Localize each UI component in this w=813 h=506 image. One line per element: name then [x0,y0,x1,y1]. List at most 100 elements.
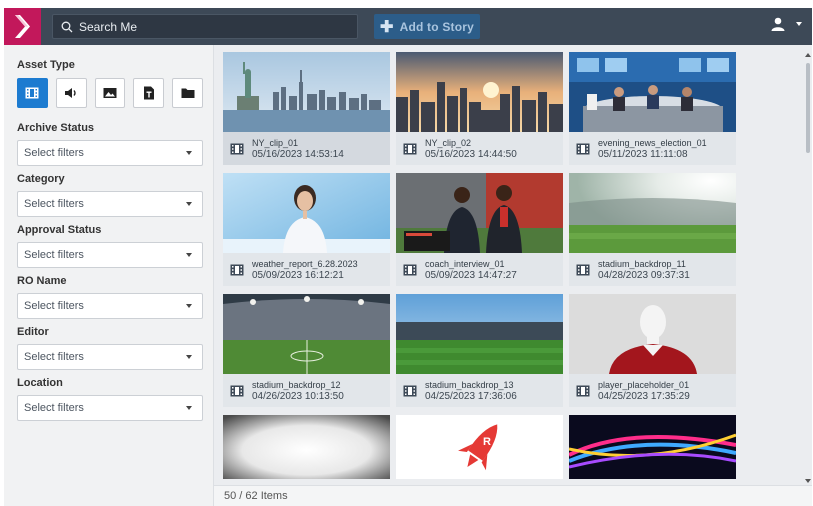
asset-name: weather_report_6.28.2023 [252,258,358,269]
search-icon [61,21,73,32]
asset-type-folder-button[interactable] [172,78,203,108]
asset-grid: NY_clip_01 05/16/2023 14:53:14 NY_clip_0… [223,52,743,479]
asset-card[interactable]: stadium_backdrop_11 04/28/2023 09:37:31 [569,173,736,286]
asset-card[interactable]: weather_report_6.28.2023 05/09/2023 16:12… [223,173,390,286]
asset-card[interactable] [223,415,390,479]
asset-thumbnail [569,294,736,374]
film-icon [230,264,244,275]
location-select[interactable]: Select filters [17,395,203,421]
asset-date: 05/09/2023 14:47:27 [425,269,517,281]
search-input[interactable]: Search Me [52,14,358,39]
text-document-icon [143,86,154,100]
film-icon [576,143,590,154]
item-count: 50 / 62 Items [224,490,288,502]
folder-icon [181,88,195,98]
asset-type-image-button[interactable] [94,78,126,108]
asset-thumbnail [396,173,563,253]
asset-name: coach_interview_01 [425,258,505,269]
chevron-down-icon [186,406,192,410]
add-to-story-label: Add to Story [399,19,474,34]
asset-date: 04/25/2023 17:36:06 [425,390,517,402]
scroll-up-icon[interactable] [805,53,811,57]
editor-label: Editor [17,326,49,338]
asset-type-audio-button[interactable] [55,78,87,108]
svg-text:R: R [483,436,491,448]
asset-type-text-button[interactable] [133,78,165,108]
film-icon [25,87,39,99]
vertical-scrollbar[interactable] [804,51,812,483]
chevron-down-icon [186,151,192,155]
chevron-down-icon [186,304,192,308]
status-bar: 50 / 62 Items [214,485,812,506]
scrollbar-thumb[interactable] [806,63,810,153]
film-icon [576,385,590,396]
film-icon [230,143,244,154]
asset-thumbnail [569,52,736,132]
asset-date: 04/26/2023 10:13:50 [252,390,344,402]
asset-card[interactable]: evening_news_election_01 05/11/2023 11:11… [569,52,736,165]
asset-meta: player_placeholder_01 04/25/2023 17:35:29 [569,374,736,407]
add-to-story-button[interactable]: ✚ Add to Story [374,14,480,39]
asset-thumbnail [569,415,736,479]
asset-card[interactable] [569,415,736,479]
asset-type-video-button[interactable] [17,78,48,108]
asset-thumbnail: R [396,415,563,479]
asset-thumbnail [396,52,563,132]
archive-status-label: Archive Status [17,122,95,134]
asset-meta: stadium_backdrop_12 04/26/2023 10:13:50 [223,374,390,407]
film-icon [576,264,590,275]
asset-date: 04/28/2023 09:37:31 [598,269,690,281]
editor-value: Select filters [24,351,84,363]
asset-date: 05/16/2023 14:44:50 [425,148,517,160]
asset-card[interactable]: coach_interview_01 05/09/2023 14:47:27 [396,173,563,286]
asset-meta: evening_news_election_01 05/11/2023 11:11… [569,132,736,165]
film-icon [403,264,417,275]
asset-meta: stadium_backdrop_13 04/25/2023 17:36:06 [396,374,563,407]
plus-icon: ✚ [379,18,394,36]
asset-name: stadium_backdrop_12 [252,379,341,390]
brand-chevron-icon[interactable] [4,8,41,45]
asset-date: 05/11/2023 11:11:08 [598,148,688,160]
archive-status-select[interactable]: Select filters [17,140,203,166]
filter-sidebar: Asset Type Archive Status Select filters… [4,45,214,506]
asset-thumbnail [223,52,390,132]
editor-select[interactable]: Select filters [17,344,203,370]
image-icon [103,88,117,98]
asset-type-buttons [17,78,203,108]
asset-thumbnail [223,415,390,479]
asset-meta: stadium_backdrop_11 04/28/2023 09:37:31 [569,253,736,286]
chevron-down-icon [186,253,192,257]
location-value: Select filters [24,402,84,414]
asset-browser: NY_clip_01 05/16/2023 14:53:14 NY_clip_0… [214,45,812,506]
approval-status-select[interactable]: Select filters [17,242,203,268]
film-icon [403,143,417,154]
asset-card[interactable]: NY_clip_02 05/16/2023 14:44:50 [396,52,563,165]
chevron-down-icon [796,22,802,26]
asset-card[interactable]: NY_clip_01 05/16/2023 14:53:14 [223,52,390,165]
approval-status-value: Select filters [24,249,84,261]
search-placeholder: Search Me [79,19,138,34]
asset-thumbnail [223,294,390,374]
location-label: Location [17,377,63,389]
category-value: Select filters [24,198,84,210]
asset-name: stadium_backdrop_11 [598,258,686,269]
asset-meta: coach_interview_01 05/09/2023 14:47:27 [396,253,563,286]
asset-card[interactable]: R [396,415,563,479]
asset-card[interactable]: player_placeholder_01 04/25/2023 17:35:29 [569,294,736,407]
asset-meta: NY_clip_02 05/16/2023 14:44:50 [396,132,563,165]
ro-name-value: Select filters [24,300,84,312]
user-menu[interactable] [771,17,802,31]
asset-card[interactable]: stadium_backdrop_12 04/26/2023 10:13:50 [223,294,390,407]
chevron-down-icon [186,355,192,359]
scroll-down-icon[interactable] [805,479,811,483]
ro-name-select[interactable]: Select filters [17,293,203,319]
asset-card[interactable]: stadium_backdrop_13 04/25/2023 17:36:06 [396,294,563,407]
approval-status-label: Approval Status [17,224,102,236]
film-icon [230,385,244,396]
ro-name-label: RO Name [17,275,67,287]
asset-name: evening_news_election_01 [598,137,707,148]
category-select[interactable]: Select filters [17,191,203,217]
top-bar: Search Me ✚ Add to Story [4,8,812,45]
asset-name: stadium_backdrop_13 [425,379,514,390]
asset-meta: NY_clip_01 05/16/2023 14:53:14 [223,132,390,165]
